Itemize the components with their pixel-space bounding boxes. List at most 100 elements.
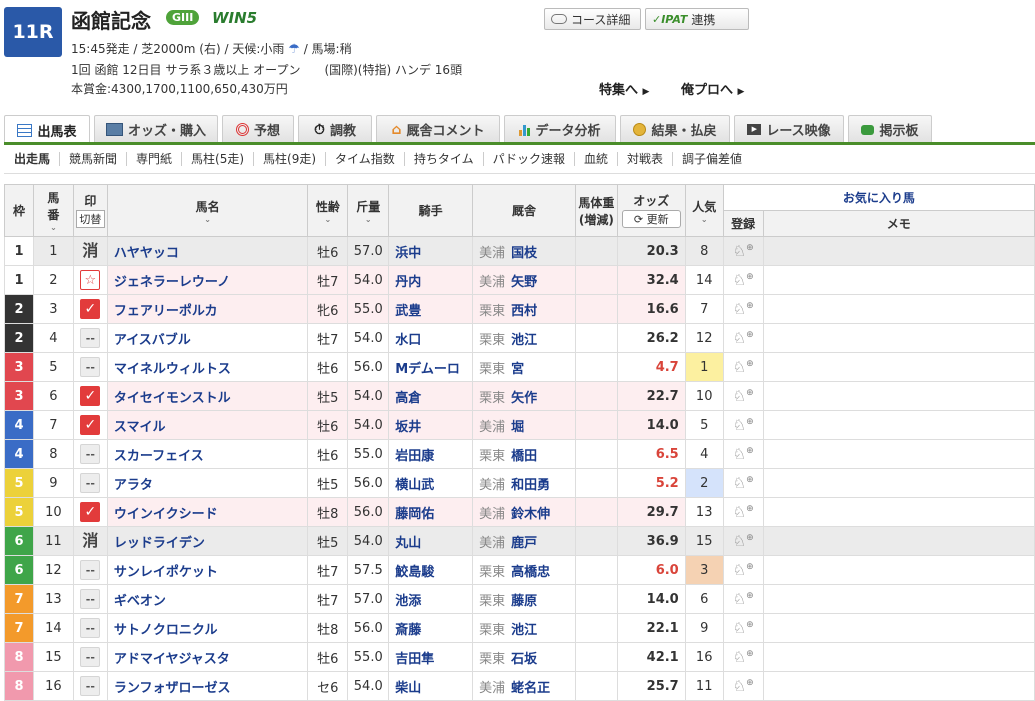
favorite-memo-cell[interactable] — [762, 642, 1035, 672]
trainer-link[interactable]: 藤原 — [511, 594, 537, 609]
trainer-link[interactable]: 蛯名正 — [511, 681, 550, 696]
jockey-link[interactable]: 鮫島駿 — [388, 555, 474, 585]
favorite-register-cell[interactable]: ♘⊕ — [722, 497, 764, 527]
trainer-link[interactable]: 鹿戸 — [511, 536, 537, 551]
mark-check-icon[interactable]: ✓ — [80, 415, 101, 435]
horse-add-favorite-icon[interactable]: ♘⊕ — [733, 242, 754, 260]
subnav-entries[interactable]: 出走馬 — [4, 152, 59, 166]
horse-name-link[interactable]: スカーフェイス — [106, 439, 309, 469]
horse-add-favorite-icon[interactable]: ♘⊕ — [733, 387, 754, 405]
ipat-link-button[interactable]: ✓IPAT 連携 — [645, 8, 749, 30]
mark-none-icon[interactable]: -- — [80, 618, 101, 638]
horse-add-favorite-icon[interactable]: ♘⊕ — [733, 271, 754, 289]
horse-add-favorite-icon[interactable]: ♘⊕ — [733, 503, 754, 521]
favorite-register-cell[interactable]: ♘⊕ — [722, 671, 764, 701]
mark-cell[interactable]: -- — [72, 642, 108, 672]
jockey-link[interactable]: Mデムーロ — [388, 352, 474, 382]
horse-name-link[interactable]: ハヤヤッコ — [106, 236, 309, 266]
mark-none-icon[interactable]: -- — [80, 357, 101, 377]
favorite-memo-cell[interactable] — [762, 555, 1035, 585]
tab-stable-comment[interactable]: ⌂ 厩舎コメント — [376, 115, 500, 143]
subnav-past9[interactable]: 馬柱(9走) — [253, 152, 325, 166]
horse-add-favorite-icon[interactable]: ♘⊕ — [733, 648, 754, 666]
mark-cell[interactable]: -- — [72, 584, 108, 614]
subnav-condition[interactable]: 調子偏差値 — [671, 152, 751, 166]
jockey-link[interactable]: 高倉 — [388, 381, 474, 411]
mark-none-icon[interactable]: -- — [80, 647, 101, 667]
jockey-link[interactable]: 横山武 — [388, 468, 474, 498]
favorite-memo-cell[interactable] — [762, 613, 1035, 643]
horse-add-favorite-icon[interactable]: ♘⊕ — [733, 677, 754, 695]
subnav-matchup[interactable]: 対戦表 — [616, 152, 672, 166]
header-weight[interactable]: 斤量 ⌄ — [347, 184, 390, 237]
subnav-time-index[interactable]: タイム指数 — [325, 152, 404, 166]
favorite-register-cell[interactable]: ♘⊕ — [722, 584, 764, 614]
horse-name-link[interactable]: レッドライデン — [106, 526, 309, 556]
horse-name-link[interactable]: ランフォザローゼス — [106, 671, 309, 701]
horse-name-link[interactable]: ジェネラーレウーノ — [106, 265, 309, 295]
favorite-register-cell[interactable]: ♘⊕ — [722, 265, 764, 295]
jockey-link[interactable]: 斎藤 — [388, 613, 474, 643]
favorite-memo-cell[interactable] — [762, 352, 1035, 382]
trainer-link[interactable]: 宮 — [511, 362, 524, 377]
mark-cell[interactable]: -- — [72, 671, 108, 701]
tab-race-video[interactable]: ▶ レース映像 — [734, 115, 844, 143]
trainer-link[interactable]: 橋田 — [511, 449, 537, 464]
mark-none-icon[interactable]: -- — [80, 589, 101, 609]
mark-star-icon[interactable]: ☆ — [80, 270, 101, 290]
ore-pro-link[interactable]: 俺プロへ ▶ — [681, 79, 744, 98]
horse-name-link[interactable]: アドマイヤジャスタ — [106, 642, 309, 672]
mark-none-icon[interactable]: -- — [80, 560, 101, 580]
mark-cell[interactable]: ✓ — [72, 497, 108, 527]
favorite-memo-cell[interactable] — [762, 671, 1035, 701]
horse-add-favorite-icon[interactable]: ♘⊕ — [733, 300, 754, 318]
sort-chevron-icon[interactable]: ⌄ — [686, 215, 723, 224]
subnav-paddock[interactable]: パドック速報 — [482, 152, 574, 166]
tab-odds[interactable]: オッズ・購入 — [94, 115, 218, 143]
mark-cell[interactable]: ✓ — [72, 381, 108, 411]
horse-name-link[interactable]: アイスバブル — [106, 323, 309, 353]
jockey-link[interactable]: 浜中 — [388, 236, 474, 266]
mark-cell[interactable]: -- — [72, 555, 108, 585]
trainer-link[interactable]: 矢作 — [511, 391, 537, 406]
favorite-memo-cell[interactable] — [762, 439, 1035, 469]
trainer-link[interactable]: 高橋忠 — [511, 565, 550, 580]
course-detail-button[interactable]: コース詳細 — [544, 8, 641, 30]
trainer-link[interactable]: 池江 — [511, 333, 537, 348]
favorite-register-cell[interactable]: ♘⊕ — [722, 468, 764, 498]
subnav-past5[interactable]: 馬柱(5走) — [181, 152, 253, 166]
favorite-memo-cell[interactable] — [762, 497, 1035, 527]
horse-name-link[interactable]: ギベオン — [106, 584, 309, 614]
horse-name-link[interactable]: サトノクロニクル — [106, 613, 309, 643]
favorite-register-cell[interactable]: ♘⊕ — [722, 642, 764, 672]
trainer-link[interactable]: 鈴木伸 — [511, 507, 550, 522]
horse-add-favorite-icon[interactable]: ♘⊕ — [733, 329, 754, 347]
mark-cell[interactable]: -- — [72, 352, 108, 382]
trainer-link[interactable]: 池江 — [511, 623, 537, 638]
horse-name-link[interactable]: スマイル — [106, 410, 309, 440]
horse-add-favorite-icon[interactable]: ♘⊕ — [733, 358, 754, 376]
favorite-register-cell[interactable]: ♘⊕ — [722, 410, 764, 440]
mark-none-icon[interactable]: -- — [80, 328, 101, 348]
mark-cell[interactable]: ✓ — [72, 294, 108, 324]
favorite-register-cell[interactable]: ♘⊕ — [722, 613, 764, 643]
trainer-link[interactable]: 堀 — [511, 420, 524, 435]
subnav-specialist[interactable]: 専門紙 — [126, 152, 181, 166]
favorite-register-cell[interactable]: ♘⊕ — [722, 526, 764, 556]
subnav-newspaper[interactable]: 競馬新聞 — [59, 152, 126, 166]
header-sexage[interactable]: 性齢 ⌄ — [307, 184, 349, 237]
sort-chevron-icon[interactable]: ⌄ — [348, 215, 388, 224]
trainer-link[interactable]: 石坂 — [511, 652, 537, 667]
special-feature-link[interactable]: 特集へ ▶ — [599, 79, 649, 98]
mark-cell[interactable]: 消 — [72, 526, 108, 556]
mark-check-icon[interactable]: ✓ — [80, 299, 101, 319]
tab-prediction[interactable]: 予想 — [222, 115, 294, 143]
favorite-memo-cell[interactable] — [762, 323, 1035, 353]
horse-name-link[interactable]: フェアリーポルカ — [106, 294, 309, 324]
horse-add-favorite-icon[interactable]: ♘⊕ — [733, 445, 754, 463]
trainer-link[interactable]: 西村 — [511, 304, 537, 319]
favorite-register-cell[interactable]: ♘⊕ — [722, 352, 764, 382]
mark-check-icon[interactable]: ✓ — [80, 502, 101, 522]
tab-results[interactable]: 結果・払戻 — [620, 115, 730, 143]
favorite-memo-cell[interactable] — [762, 584, 1035, 614]
